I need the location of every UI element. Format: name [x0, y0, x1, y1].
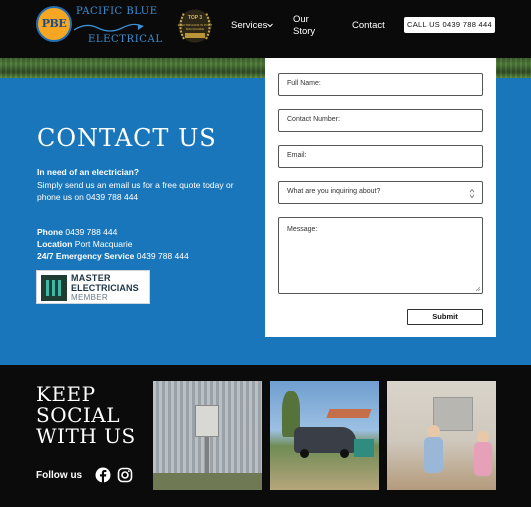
master-electricians-logo-icon	[41, 275, 67, 301]
page: PBE PACIFIC BLUE ELECTRICAL TOP 3 ELECTR…	[0, 0, 531, 507]
award-title: TOP 3	[187, 15, 203, 21]
contact-number-field[interactable]: Contact Number:	[278, 109, 483, 132]
nav-our-story[interactable]: Our Story	[293, 14, 323, 38]
phone-line: Phone 0439 788 444	[37, 227, 117, 237]
facebook-icon[interactable]	[95, 467, 111, 483]
page-title: CONTACT US	[37, 124, 217, 152]
logo-line-1: PACIFIC BLUE	[76, 6, 158, 17]
inquiry-select[interactable]: What are you inquiring about?	[278, 181, 483, 204]
nav-contact[interactable]: Contact	[352, 20, 385, 31]
select-arrows-icon	[469, 188, 475, 199]
badge-line-2: ELECTRICIANS	[71, 283, 139, 293]
social-heading: KEEP SOCIAL WITH US	[36, 382, 136, 448]
nav-services[interactable]: Services	[231, 20, 267, 31]
message-textarea[interactable]: Message:	[278, 217, 483, 294]
location-label: Location	[37, 239, 73, 249]
award-text: ELECTRICIANS IN PORT MACQUARIE	[177, 23, 213, 31]
instagram-photo-van[interactable]	[270, 381, 379, 490]
charger	[354, 439, 374, 457]
badge-line-1: MASTER	[71, 273, 111, 283]
phone-value[interactable]: 0439 788 444	[65, 227, 117, 237]
site-header: PBE PACIFIC BLUE ELECTRICAL TOP 3 ELECTR…	[0, 0, 531, 58]
badge-line-3: MEMBER	[71, 293, 108, 302]
emergency-value[interactable]: 0439 788 444	[137, 251, 189, 261]
message-placeholder: Message:	[287, 226, 318, 233]
logo[interactable]: PBE PACIFIC BLUE ELECTRICAL	[36, 4, 162, 48]
intro-text: Simply send us an email us for a free qu…	[37, 180, 234, 202]
logo-line-2: ELECTRICAL	[88, 34, 163, 45]
wall-panel	[433, 397, 473, 431]
email-field[interactable]: Email:	[278, 145, 483, 168]
emergency-label: 24/7 Emergency Service	[37, 251, 135, 261]
logo-wave-icon	[74, 23, 144, 32]
van-wheel	[300, 449, 309, 458]
email-placeholder: Email:	[287, 152, 307, 159]
instagram-photo-kids[interactable]	[387, 381, 496, 490]
follow-us-label: Follow us	[36, 470, 83, 481]
full-name-field[interactable]: Full Name:	[278, 73, 483, 96]
instagram-icon[interactable]	[117, 467, 133, 483]
footer-edge	[0, 501, 531, 507]
location-value: Port Macquarie	[74, 239, 133, 249]
conduit-pipe	[205, 437, 209, 477]
submit-button[interactable]: Submit	[407, 309, 483, 325]
emergency-line: 24/7 Emergency Service 0439 788 444	[37, 251, 189, 261]
instagram-photo-switchboard[interactable]	[153, 381, 262, 490]
switchboard-box	[195, 405, 219, 437]
inquiry-selected: What are you inquiring about?	[287, 188, 381, 195]
call-us-button[interactable]: CALL US 0439 788 444	[404, 17, 495, 33]
contact-number-placeholder: Contact Number:	[287, 116, 340, 123]
logo-mark: PBE	[36, 6, 72, 42]
resize-handle-icon[interactable]	[475, 286, 481, 292]
award-badge: TOP 3 ELECTRICIANS IN PORT MACQUARIE	[174, 5, 216, 47]
child-body	[474, 442, 492, 476]
intro-heading: In need of an electrician?	[37, 167, 140, 177]
umbrella	[326, 409, 372, 418]
master-electricians-badge: MASTER ELECTRICIANS MEMBER	[36, 270, 150, 304]
location-line: Location Port Macquarie	[37, 239, 132, 249]
ground	[153, 473, 262, 490]
logo-initials: PBE	[41, 17, 67, 30]
child-body	[424, 437, 443, 473]
van-wheel	[340, 449, 349, 458]
contact-form: Full Name: Contact Number: Email: What a…	[265, 58, 496, 337]
phone-label: Phone	[37, 227, 63, 237]
full-name-placeholder: Full Name:	[287, 80, 321, 87]
chevron-down-icon[interactable]	[266, 21, 274, 29]
